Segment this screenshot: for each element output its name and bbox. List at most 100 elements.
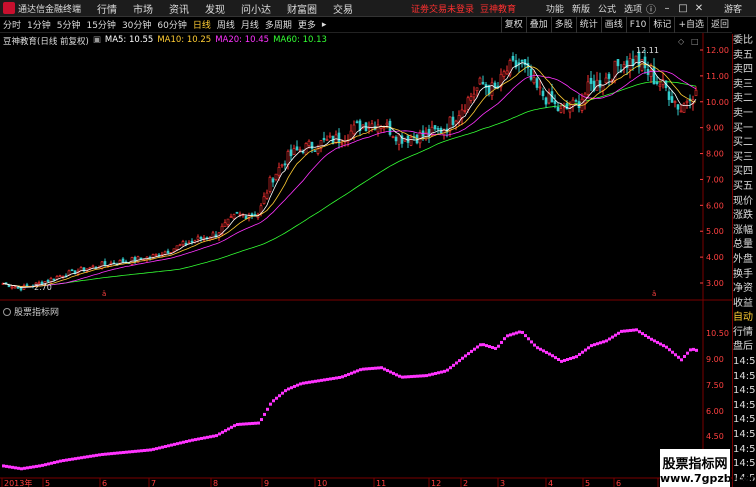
menu-wealth[interactable]: 财富圈 bbox=[287, 1, 317, 16]
indicator-bar bbox=[629, 328, 632, 332]
indicator-bar bbox=[683, 355, 686, 358]
tab-15min[interactable]: 15分钟 bbox=[83, 18, 118, 31]
indicator-bar bbox=[86, 455, 89, 459]
date-tick-label: 9 bbox=[264, 479, 269, 487]
kline-chart[interactable]: 12.00 11.00 10.00 9.00 8.00 7.00 6.00 5.00 4.00 3… bbox=[0, 33, 732, 487]
indicator-bar bbox=[464, 354, 467, 358]
date-tick-label: 4 bbox=[548, 479, 553, 487]
brand-link[interactable]: 豆神教育 bbox=[480, 5, 516, 15]
candle-body bbox=[604, 77, 608, 84]
tab-weekly[interactable]: 周线 bbox=[214, 18, 238, 31]
indicator-bar bbox=[185, 440, 188, 444]
login-promo[interactable]: 证劵交易未登录 豆神教育 bbox=[411, 2, 516, 15]
tab-monthly[interactable]: 月线 bbox=[238, 18, 262, 31]
indicator-bar bbox=[341, 375, 344, 379]
indicator-bar bbox=[665, 345, 668, 349]
candle-body bbox=[469, 96, 473, 101]
indicator-bar bbox=[614, 333, 617, 337]
candle-body bbox=[529, 68, 533, 80]
indicator-bar bbox=[155, 447, 158, 451]
info-icon[interactable]: ⓘ bbox=[644, 1, 658, 16]
quote-field: 14:56 bbox=[733, 399, 756, 411]
add-watchlist-button[interactable]: +自选 bbox=[674, 17, 707, 33]
tab-5min[interactable]: 5分钟 bbox=[54, 18, 84, 31]
mark-button[interactable]: 标记 bbox=[649, 17, 674, 33]
date-tick-label: 2 bbox=[463, 479, 468, 487]
tab-more[interactable]: 更多 bbox=[295, 18, 319, 31]
menu-trade[interactable]: 交易 bbox=[333, 1, 353, 16]
indicator-bar bbox=[320, 378, 323, 382]
close-icon[interactable]: ✕ bbox=[692, 3, 706, 14]
tab-1min[interactable]: 1分钟 bbox=[24, 18, 54, 31]
indicator-tick-label: 6.00 bbox=[706, 407, 724, 416]
app-title: 通达信金融终端 bbox=[18, 4, 82, 15]
statistics-button[interactable]: 统计 bbox=[575, 17, 601, 33]
indicator-bar bbox=[89, 454, 92, 458]
candle-body bbox=[481, 81, 485, 85]
period-toolbar: 分时 1分钟 5分钟 15分钟 30分钟 60分钟 日线 周线 月线 多周期 更… bbox=[0, 17, 732, 33]
tab-30min[interactable]: 30分钟 bbox=[119, 18, 154, 31]
tab-intraday[interactable]: 分时 bbox=[0, 18, 24, 31]
candle-body bbox=[601, 84, 605, 91]
quote-field: 涨跌 bbox=[733, 210, 753, 222]
menu-ask[interactable]: 问小达 bbox=[241, 1, 271, 16]
indicator-bar bbox=[191, 438, 194, 442]
draw-line-button[interactable]: 画线 bbox=[600, 17, 626, 33]
tab-60min[interactable]: 60分钟 bbox=[154, 18, 189, 31]
maximize-icon[interactable]: □ bbox=[676, 3, 690, 14]
candle-body bbox=[355, 121, 359, 124]
indicator-bar bbox=[158, 446, 161, 450]
indicator-bar bbox=[563, 358, 566, 362]
indicator-bar bbox=[467, 352, 470, 356]
indicator-bar bbox=[236, 422, 239, 426]
indicator-bar bbox=[539, 347, 542, 351]
quote-field: 盘后 bbox=[733, 341, 753, 353]
login-status[interactable]: 证劵交易未登录 bbox=[411, 5, 474, 15]
menu-discover[interactable]: 发现 bbox=[205, 1, 225, 16]
indicator-bar bbox=[206, 435, 209, 439]
minimize-icon[interactable]: – bbox=[660, 3, 674, 14]
multi-stock-button[interactable]: 多股 bbox=[550, 17, 576, 33]
indicator-name: 股票指标网 bbox=[14, 308, 60, 318]
menu-new-version[interactable]: 新版 bbox=[572, 2, 590, 15]
indicator-bar bbox=[518, 330, 521, 334]
quote-field: 买五 bbox=[733, 180, 753, 192]
indicator-bar bbox=[503, 337, 506, 341]
indicator-bar bbox=[521, 330, 524, 334]
overlay-button[interactable]: 叠加 bbox=[525, 17, 551, 33]
indicator-bar bbox=[41, 463, 44, 467]
menu-quotes[interactable]: 行情 bbox=[97, 1, 117, 16]
more-chevron-icon[interactable]: ▸ bbox=[319, 20, 330, 30]
candle-body bbox=[328, 135, 332, 138]
back-button[interactable]: 返回 bbox=[706, 17, 732, 33]
indicator-settings-icon[interactable] bbox=[3, 307, 11, 316]
indicator-bar bbox=[473, 347, 476, 351]
chart-settings-icon[interactable]: ◇ bbox=[678, 37, 685, 46]
f10-button[interactable]: F10 bbox=[625, 17, 650, 33]
indicator-bar bbox=[329, 377, 332, 381]
chart-maximize-icon[interactable]: □ bbox=[691, 37, 699, 46]
menu-formula[interactable]: 公式 bbox=[598, 2, 616, 15]
adjust-button[interactable]: 复权 bbox=[500, 17, 526, 33]
menu-functions[interactable]: 功能 bbox=[546, 2, 564, 15]
indicator-bar bbox=[500, 340, 503, 344]
menu-news[interactable]: 资讯 bbox=[169, 1, 189, 16]
indicator-bar bbox=[293, 384, 296, 388]
indicator-bar bbox=[671, 350, 674, 354]
guest-user[interactable]: 游客 bbox=[724, 2, 742, 15]
indicator-bar bbox=[344, 374, 347, 378]
menu-market[interactable]: 市场 bbox=[133, 1, 153, 16]
candle-body bbox=[154, 253, 158, 256]
event-marker-icon: ä bbox=[652, 290, 656, 298]
tab-daily[interactable]: 日线 bbox=[190, 18, 214, 31]
tab-multi-period[interactable]: 多周期 bbox=[262, 18, 295, 31]
quote-field: 买四 bbox=[733, 166, 753, 178]
indicator-bar bbox=[404, 375, 407, 379]
indicator-bar bbox=[398, 374, 401, 378]
indicator-bar bbox=[251, 421, 254, 425]
candle-body bbox=[172, 248, 176, 252]
quote-field: 14:56 bbox=[733, 356, 756, 368]
candle-body bbox=[46, 280, 50, 282]
candle-body bbox=[544, 97, 548, 105]
menu-options[interactable]: 选项 bbox=[624, 2, 642, 15]
